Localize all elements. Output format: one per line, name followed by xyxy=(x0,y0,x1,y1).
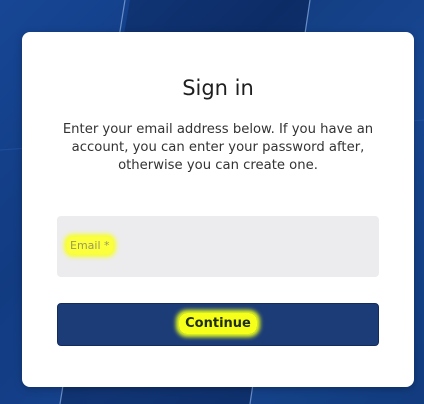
continue-label: Continue xyxy=(179,313,257,334)
continue-label-wrap: Continue xyxy=(58,313,378,334)
signin-card: Sign in Enter your email address below. … xyxy=(22,32,414,387)
email-placeholder: Email * xyxy=(67,237,113,254)
continue-button[interactable]: Continue xyxy=(57,303,379,346)
signin-title: Sign in xyxy=(182,76,254,100)
email-field[interactable]: Email * xyxy=(57,216,379,277)
signin-description: Enter your email address below. If you h… xyxy=(62,122,374,173)
